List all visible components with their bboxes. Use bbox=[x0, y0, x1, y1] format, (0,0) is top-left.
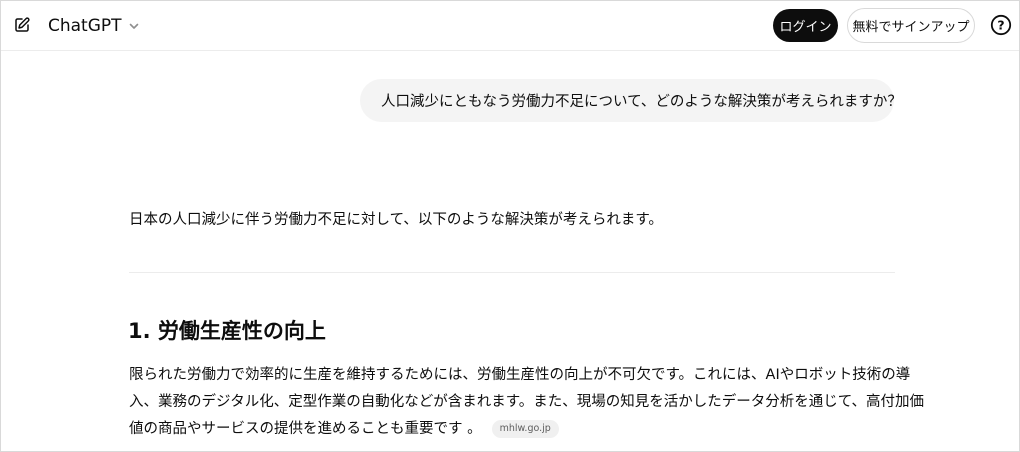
help-button[interactable]: ? bbox=[990, 14, 1012, 36]
body-line: 値の商品やサービスの提供を進めることも重要です 。 mhlw.go.jp bbox=[129, 416, 895, 443]
signup-button[interactable]: 無料でサインアップ bbox=[847, 8, 975, 43]
model-switcher[interactable]: ChatGPT bbox=[48, 13, 140, 39]
section-heading: 1. 労働生産性の向上 bbox=[128, 319, 326, 343]
svg-text:?: ? bbox=[997, 18, 1004, 33]
body-line: 限られた労働力で効率的に生産を維持するためには、労働生産性の向上が不可欠です。こ… bbox=[129, 367, 911, 383]
body-line: 入、業務のデジタル化、定型作業の自動化などが含まれます。また、現場の知見を活かし… bbox=[129, 394, 925, 410]
question-circle-icon: ? bbox=[990, 14, 1012, 36]
divider bbox=[129, 272, 895, 273]
top-bar: ChatGPT ログイン 無料でサインアップ ? bbox=[1, 1, 1019, 51]
source-citation[interactable]: mhlw.go.jp bbox=[491, 420, 559, 438]
chevron-down-icon bbox=[128, 20, 140, 32]
chat-window: ChatGPT ログイン 無料でサインアップ ? 人口減少にともなう労働力不足に… bbox=[0, 0, 1020, 452]
login-button[interactable]: ログイン bbox=[773, 9, 838, 42]
body-line-text: 値の商品やサービスの提供を進めることも重要です 。 bbox=[129, 421, 482, 437]
assistant-intro: 日本の人口減少に伴う労働力不足に対して、以下のような解決策が考えられます。 bbox=[129, 212, 663, 228]
user-message: 人口減少にともなう労働力不足について、どのような解決策が考えられますか？ bbox=[360, 79, 902, 122]
model-name: ChatGPT bbox=[48, 16, 122, 36]
user-message-text: 人口減少にともなう労働力不足について、どのような解決策が考えられますか？ bbox=[381, 94, 902, 110]
edit-pencil-icon bbox=[15, 17, 30, 32]
section-body: 限られた労働力で効率的に生産を維持するためには、労働生産性の向上が不可欠です。こ… bbox=[129, 362, 925, 443]
new-chat-button[interactable] bbox=[12, 15, 32, 35]
